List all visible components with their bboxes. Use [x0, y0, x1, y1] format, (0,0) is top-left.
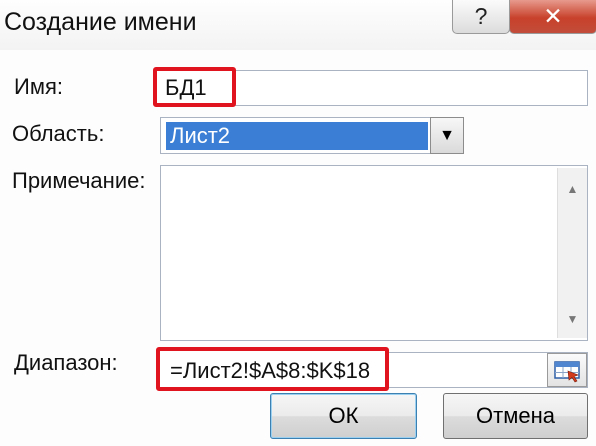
close-button[interactable]: ✕ — [509, 0, 596, 34]
range-select-button[interactable] — [547, 353, 587, 387]
scope-value: Лист2 — [166, 122, 428, 150]
help-icon: ? — [474, 3, 488, 29]
cancel-button[interactable]: Отмена — [443, 393, 588, 439]
name-value: БД1 — [165, 75, 207, 100]
help-button[interactable]: ? — [452, 0, 510, 34]
range-value: =Лист2!$A$8:$K$18 — [170, 358, 371, 383]
scroll-down-icon[interactable]: ▼ — [558, 312, 587, 326]
name-highlight: БД1 — [153, 67, 236, 107]
comment-textarea[interactable] — [160, 165, 588, 341]
name-label: Имя: — [14, 74, 63, 99]
close-icon: ✕ — [543, 3, 563, 29]
title-bar: Создание имени ? ✕ — [0, 0, 596, 50]
range-highlight: =Лист2!$A$8:$K$18 — [156, 347, 389, 391]
chevron-down-icon: ▼ — [439, 126, 455, 144]
ok-button[interactable]: ОК — [270, 393, 417, 439]
range-select-icon — [554, 361, 580, 383]
comment-label: Примечание: — [12, 168, 146, 193]
window-title: Создание имени — [4, 8, 197, 36]
scope-dropdown-button[interactable]: ▼ — [430, 117, 464, 154]
comment-scrollbar[interactable]: ▲ ▼ — [557, 168, 587, 338]
scroll-up-icon[interactable]: ▲ — [558, 182, 587, 196]
range-label: Диапазон: — [14, 350, 118, 375]
scope-label: Область: — [12, 121, 105, 146]
